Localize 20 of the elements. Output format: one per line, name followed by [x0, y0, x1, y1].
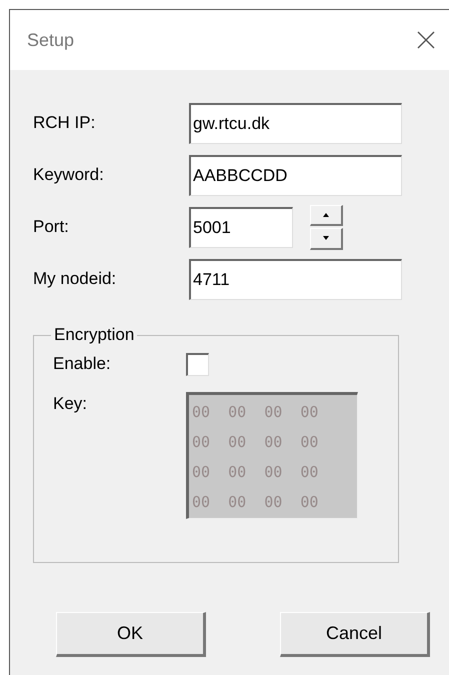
field-label: RCH IP:: [33, 113, 96, 133]
group-title: Encryption: [51, 325, 138, 345]
field-label: Key:: [53, 394, 88, 415]
input-field[interactable]: AABBCCDD: [189, 154, 402, 196]
enable-checkbox[interactable]: [186, 352, 209, 376]
dialog-button[interactable]: OK: [56, 612, 206, 657]
field-label: Enable:: [53, 354, 112, 374]
close-icon[interactable]: [417, 31, 435, 49]
dialog-button[interactable]: Cancel: [280, 612, 430, 657]
input-field[interactable]: gw.rtcu.dk: [189, 102, 402, 144]
field-label: Keyword:: [33, 165, 105, 185]
field-label: My nodeid:: [33, 269, 118, 289]
field-label: Port:: [33, 217, 70, 237]
window-title: Setup: [27, 30, 74, 50]
spin-up-button[interactable]: [310, 204, 343, 226]
down-arrow-icon: [323, 236, 329, 240]
spin-down-button[interactable]: [310, 228, 343, 250]
input-field[interactable]: 5001: [189, 206, 293, 248]
input-field[interactable]: 4711: [189, 258, 402, 300]
up-arrow-icon: [323, 212, 329, 217]
